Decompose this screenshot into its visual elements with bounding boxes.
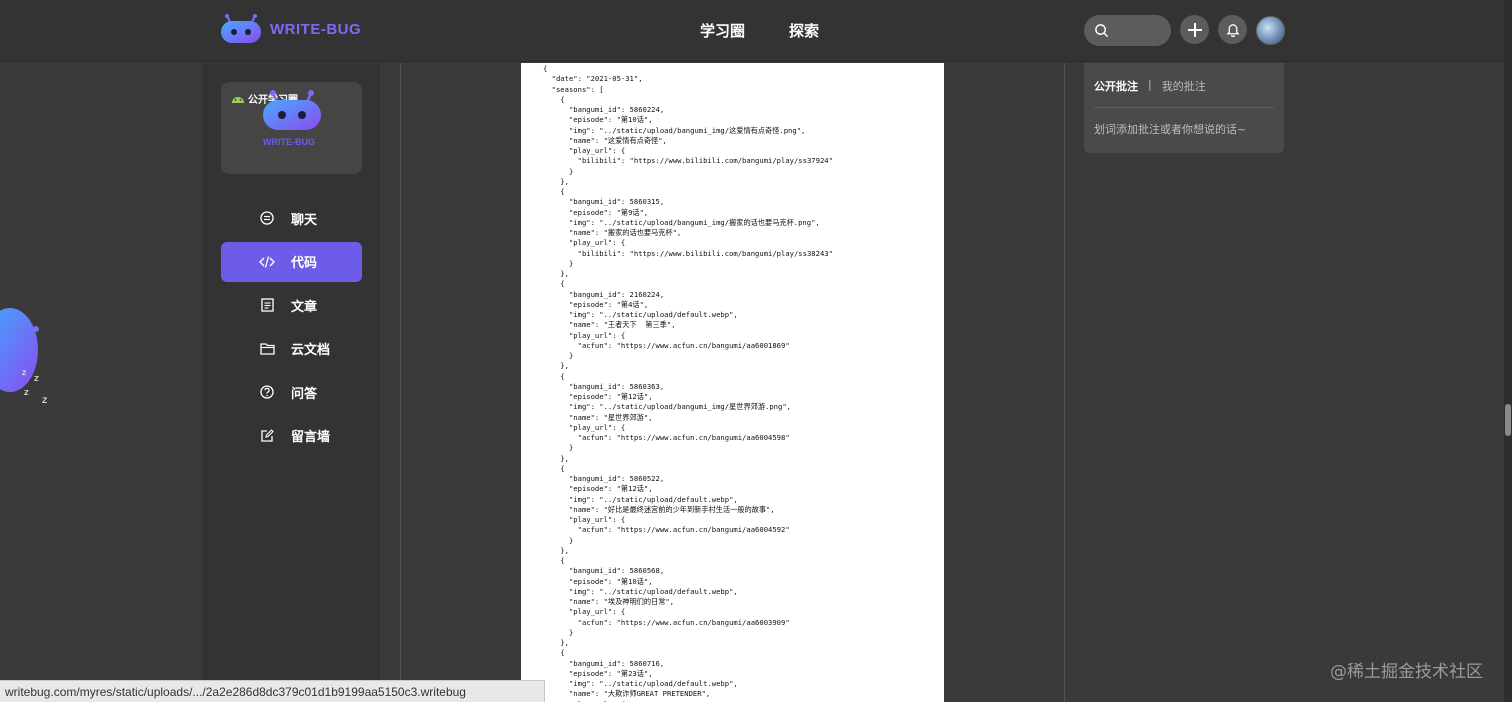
sidebar-item-label: 代码 xyxy=(291,256,318,271)
sidebar-item-label: 留言墙 xyxy=(291,430,331,445)
android-icon xyxy=(232,97,244,103)
page-scrollbar[interactable] xyxy=(1504,0,1512,702)
nav-study-circle[interactable]: 学习圈 xyxy=(700,20,745,41)
avatar[interactable] xyxy=(1256,16,1285,45)
main-nav: 学习圈 探索 xyxy=(700,20,819,41)
bell-icon xyxy=(1225,24,1240,37)
logo-text: WRITE-BUG xyxy=(270,20,362,38)
plus-icon xyxy=(1187,22,1202,37)
nav-explore[interactable]: 探索 xyxy=(789,20,819,41)
sidebar-item-code[interactable]: 代码 xyxy=(221,241,362,282)
sidebar-item-label: 聊天 xyxy=(291,212,318,228)
folder-icon xyxy=(259,341,275,357)
tab-public-annotations[interactable]: 公开批注 xyxy=(1094,78,1138,94)
card-robot-icon xyxy=(263,90,321,130)
notifications-button[interactable] xyxy=(1218,15,1247,44)
sidebar-item-article[interactable]: 文章 xyxy=(221,285,362,325)
sidebar-menu: 聊天 代码 文章 云文档 问答 留言墙 xyxy=(221,198,362,459)
site-logo[interactable]: WRITE-BUG xyxy=(220,14,361,44)
svg-text:z: z xyxy=(22,368,26,377)
card-logo-text: WRITE-BUG xyxy=(263,137,315,147)
mascot-icon: z z z z xyxy=(0,308,47,406)
chat-icon xyxy=(259,210,275,226)
sidebar: 公开学习圈 WRITE-BUG 聊天 代码 文章 云文档 问答 留言墙 xyxy=(202,63,380,702)
tab-separator: | xyxy=(1148,78,1152,91)
status-url: writebug.com/myres/static/uploads/.../2a… xyxy=(0,680,545,702)
code-icon xyxy=(259,254,275,270)
sidebar-item-message-wall[interactable]: 留言墙 xyxy=(221,416,362,456)
scrollbar-thumb[interactable] xyxy=(1505,404,1511,436)
annotation-hint: 划词添加批注或者你想说的话~ xyxy=(1094,123,1247,136)
search-box[interactable] xyxy=(1084,15,1171,46)
article-icon xyxy=(259,297,275,313)
sidebar-item-cloud-docs[interactable]: 云文档 xyxy=(221,329,362,369)
content-divider-left xyxy=(400,63,401,702)
document-viewer[interactable]: { "date": "2021-05-31", "seasons": [ { "… xyxy=(521,63,944,702)
tab-my-annotations[interactable]: 我的批注 xyxy=(1162,78,1206,94)
add-button[interactable] xyxy=(1180,15,1209,44)
sidebar-item-label: 云文档 xyxy=(291,343,331,358)
search-icon xyxy=(1095,24,1109,38)
robot-logo-icon xyxy=(221,14,261,43)
svg-text:z: z xyxy=(42,395,47,406)
content-divider-right xyxy=(1064,63,1065,702)
sidebar-item-chat[interactable]: 聊天 xyxy=(221,198,362,238)
sidebar-item-label: 问答 xyxy=(291,386,318,402)
top-bar: WRITE-BUG 学习圈 探索 xyxy=(0,0,1512,62)
watermark: @稀土掘金技术社区 xyxy=(1330,662,1483,682)
study-circle-card[interactable]: 公开学习圈 WRITE-BUG xyxy=(221,82,362,174)
svg-text:z: z xyxy=(34,374,39,384)
document-content: { "date": "2021-05-31", "seasons": [ { "… xyxy=(543,64,833,702)
edit-icon xyxy=(259,428,275,444)
question-icon xyxy=(259,384,275,400)
sidebar-item-label: 文章 xyxy=(291,299,318,315)
annotation-divider xyxy=(1094,107,1274,108)
sidebar-item-qa[interactable]: 问答 xyxy=(221,372,362,412)
annotation-panel: 公开批注 | 我的批注 划词添加批注或者你想说的话~ xyxy=(1084,63,1284,153)
annotation-tabs: 公开批注 | 我的批注 xyxy=(1094,78,1206,94)
svg-text:z: z xyxy=(24,388,29,398)
